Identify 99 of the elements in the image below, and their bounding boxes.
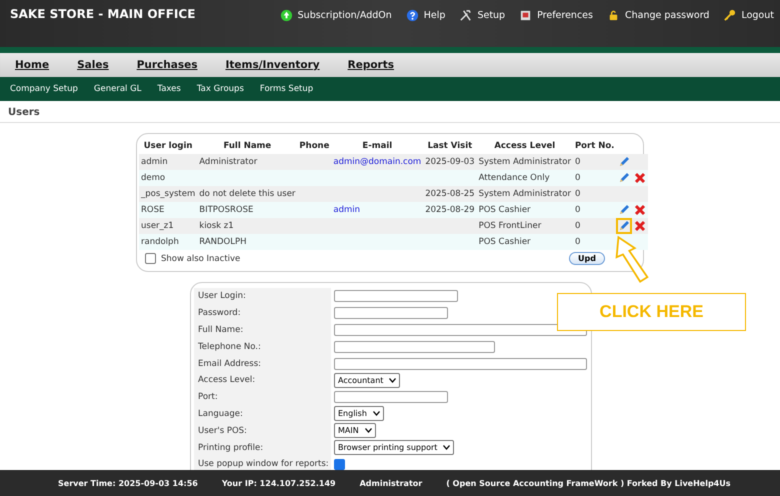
header-link[interactable]: Subscription/AddOn xyxy=(280,7,392,23)
submenu-item[interactable]: Forms Setup xyxy=(260,84,314,94)
input-field[interactable] xyxy=(334,391,448,404)
table-cell: _pos_system xyxy=(141,189,196,199)
column-header: Last Visit xyxy=(423,138,477,154)
submenu-item[interactable]: Tax Groups xyxy=(196,84,244,94)
chevron-icon xyxy=(364,428,372,434)
field-label: Email Address: xyxy=(198,358,261,369)
arrow-drawing xyxy=(613,234,651,284)
header-link[interactable]: Help xyxy=(406,7,446,23)
table-cell: kiosk z1 xyxy=(199,221,234,231)
submenu-item[interactable]: Taxes xyxy=(157,84,181,94)
table-cell: 0 xyxy=(574,237,580,247)
column-header: Port No. xyxy=(572,138,616,154)
table-cell: System Administrator xyxy=(478,157,571,167)
input-field[interactable] xyxy=(334,358,587,370)
header-link[interactable]: Change password xyxy=(606,7,710,23)
delete-icon[interactable] xyxy=(634,220,646,232)
table-cell: BITPOSROSE xyxy=(199,205,254,215)
table-cell: randolph xyxy=(141,237,179,247)
menu-item[interactable]: Sales xyxy=(77,59,109,71)
table-cell: 0 xyxy=(574,173,580,183)
key-icon xyxy=(723,8,736,22)
column-header: Full Name xyxy=(197,138,298,154)
submenu-item[interactable]: Company Setup xyxy=(10,84,78,94)
field-label: User Login: xyxy=(198,291,246,302)
dropdown[interactable]: MAIN xyxy=(334,423,376,438)
chevron-icon xyxy=(389,378,396,383)
table-cell: POS Cashier xyxy=(478,205,531,215)
menu-item[interactable]: Home xyxy=(15,59,50,71)
column-header: Phone xyxy=(297,138,332,154)
table-cell: 2025-09-03 xyxy=(425,157,475,167)
column-header: Access Level xyxy=(476,138,573,154)
menu-item[interactable]: Reports xyxy=(348,59,394,71)
edit-icon[interactable] xyxy=(618,204,630,216)
table-cell: 0 xyxy=(574,157,580,167)
footer-text: Server Time: 2025-09-03 14:56 xyxy=(58,478,198,488)
field-label: Access Level: xyxy=(198,375,256,386)
field-label: Printing profile: xyxy=(198,442,264,453)
table-cell: do not delete this user xyxy=(199,189,296,199)
header-link[interactable]: Logout xyxy=(723,7,774,23)
table-cell: admin xyxy=(141,157,168,167)
table-cell: System Administrator xyxy=(478,189,571,199)
table-cell: POS FrontLiner xyxy=(478,221,542,231)
table-cell: RANDOLPH xyxy=(199,237,246,247)
edit-icon[interactable] xyxy=(618,156,630,168)
header-link[interactable]: Setup xyxy=(459,7,506,23)
table-cell: Administrator xyxy=(199,157,258,167)
footer-text: ( Open Source Accounting FrameWork ) Forked By LiveHelp4Us xyxy=(446,478,730,488)
table-cell: user_z1 xyxy=(141,221,174,231)
field-label: Language: xyxy=(198,408,243,419)
field-label: Use popup window for reports: xyxy=(198,459,329,470)
submenu-item[interactable]: General GL xyxy=(94,84,142,94)
field-label: User's POS: xyxy=(198,426,247,436)
delete-icon[interactable] xyxy=(634,204,646,216)
edit-icon[interactable] xyxy=(618,220,630,232)
help-icon xyxy=(406,8,419,22)
header-link[interactable]: Preferences xyxy=(519,7,593,23)
menu-item[interactable]: Purchases xyxy=(136,59,198,71)
email-link[interactable]: admin xyxy=(333,205,360,215)
table-cell: 0 xyxy=(574,221,580,231)
input-field[interactable] xyxy=(334,307,448,320)
table-cell: POS Cashier xyxy=(478,237,531,247)
table-cell: 2025-08-29 xyxy=(425,205,475,215)
input-field[interactable] xyxy=(334,290,458,302)
update-button[interactable]: Upd xyxy=(569,252,605,265)
store-title: SAKE STORE - MAIN OFFICE xyxy=(10,7,196,23)
checkbox[interactable] xyxy=(145,253,156,264)
checkbox-label: Show also Inactive xyxy=(161,254,240,264)
dropdown[interactable]: Browser printing support xyxy=(334,440,454,456)
edit-icon[interactable] xyxy=(618,172,630,184)
field-label: Telephone No.: xyxy=(198,342,261,352)
delete-icon[interactable] xyxy=(634,172,646,184)
picture-icon xyxy=(519,8,532,22)
page-title: Users xyxy=(7,106,41,118)
dropdown[interactable]: English xyxy=(334,406,384,422)
menu-item[interactable]: Items/Inventory xyxy=(225,59,320,71)
field-label: Full Name: xyxy=(198,324,244,335)
field-label: Port: xyxy=(198,392,218,402)
table-cell: demo xyxy=(141,173,166,183)
table-cell: Attendance Only xyxy=(478,173,550,183)
table-cell: ROSE xyxy=(141,205,164,215)
field-label: Password: xyxy=(198,308,241,318)
table-cell: 2025-08-25 xyxy=(425,189,475,199)
footer-text: Your IP: 124.107.252.149 xyxy=(222,478,336,488)
click-here-callout: CLICK HERE xyxy=(557,293,746,331)
footer-text: Administrator xyxy=(360,478,422,488)
column-header: User login xyxy=(139,138,198,154)
column-header: E-mail xyxy=(331,138,424,154)
chevron-icon xyxy=(443,445,450,450)
checkbox[interactable] xyxy=(334,458,345,470)
chevron-icon xyxy=(372,411,380,416)
table-cell: 0 xyxy=(574,189,580,199)
upload-icon xyxy=(280,8,293,22)
tools-icon xyxy=(459,8,472,22)
dropdown[interactable]: Accountant xyxy=(334,372,400,388)
input-field[interactable] xyxy=(334,324,587,336)
table-cell: 0 xyxy=(574,205,580,215)
input-field[interactable] xyxy=(334,340,495,353)
